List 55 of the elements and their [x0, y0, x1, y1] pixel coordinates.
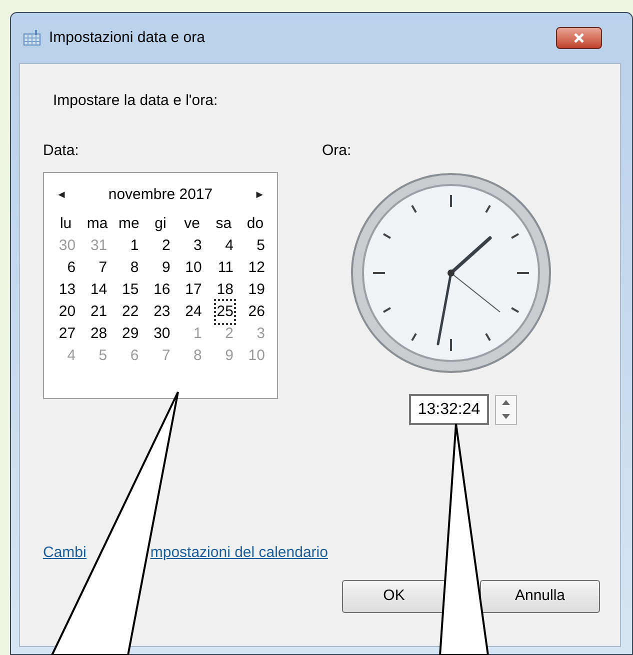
calendar-day[interactable]: 9: [160, 257, 172, 279]
time-field[interactable]: 13:32:24: [409, 394, 489, 425]
calendar-day[interactable]: 3: [192, 235, 203, 257]
calendar-day[interactable]: 6: [66, 257, 77, 279]
calendar-day[interactable]: 19: [247, 279, 266, 301]
calendar-day[interactable]: 7: [98, 257, 108, 279]
weekday-header: ve: [184, 215, 200, 232]
calendar-day[interactable]: 20: [58, 301, 77, 323]
calendar-day[interactable]: 26: [247, 301, 266, 323]
calendar-settings-link[interactable]: mpostazioni del calendario: [150, 542, 328, 564]
calendar-day[interactable]: 22: [121, 301, 140, 323]
weekday-header: gi: [154, 215, 166, 232]
weekday-header: sa: [216, 215, 232, 232]
time-spinner[interactable]: [495, 394, 517, 424]
calendar-day[interactable]: 5: [256, 235, 266, 257]
calendar-settings-link[interactable]: Cambi: [43, 542, 86, 564]
ok-button[interactable]: OK: [342, 580, 446, 613]
calendar-day[interactable]: 27: [58, 323, 77, 345]
calendar-day[interactable]: 1: [129, 235, 140, 257]
previous-month-button[interactable]: ◄: [56, 186, 67, 204]
calendar-day[interactable]: 10: [184, 257, 203, 279]
down-arrow-icon: [502, 414, 510, 419]
calendar-day[interactable]: 24: [184, 301, 203, 323]
calendar-day[interactable]: 17: [184, 279, 203, 301]
calendar-day[interactable]: 15: [121, 279, 140, 301]
calendar-day[interactable]: 29: [121, 323, 140, 345]
month-title[interactable]: novembre 2017: [108, 184, 213, 206]
calendar-day[interactable]: 12: [247, 257, 266, 279]
date-label: Data:: [43, 141, 79, 161]
window-title: Impostazioni data e ora: [49, 28, 205, 48]
instruction-text: Impostare la data e l'ora:: [53, 91, 218, 111]
calendar-day[interactable]: 11: [216, 257, 234, 279]
calendar-day[interactable]: 13: [58, 279, 77, 301]
next-month-button[interactable]: ►: [254, 186, 265, 204]
weekday-header: ma: [86, 215, 108, 232]
calendar-day[interactable]: 25: [216, 301, 234, 323]
up-arrow-icon: [502, 400, 510, 405]
calendar-day[interactable]: 30: [152, 323, 172, 345]
calendar-day[interactable]: 23: [152, 301, 172, 323]
calendar-day[interactable]: 18: [216, 279, 234, 301]
calendar-day[interactable]: 14: [89, 279, 108, 301]
time-label: Ora:: [322, 141, 352, 161]
calendar-day[interactable]: 2: [160, 235, 172, 257]
close-icon: [573, 33, 585, 43]
close-button[interactable]: [556, 27, 602, 49]
weekday-header: me: [118, 215, 140, 232]
weekday-header: do: [246, 215, 264, 232]
weekday-header: lu: [60, 215, 72, 232]
calendar-day[interactable]: 28: [89, 323, 108, 345]
calendar-day[interactable]: 16: [152, 279, 172, 301]
calendar-icon: [23, 30, 41, 46]
calendar-day[interactable]: 4: [224, 235, 234, 257]
cancel-button[interactable]: Annulla: [480, 580, 600, 613]
calendar-day[interactable]: 8: [129, 257, 140, 279]
calendar-day[interactable]: 21: [89, 301, 108, 323]
